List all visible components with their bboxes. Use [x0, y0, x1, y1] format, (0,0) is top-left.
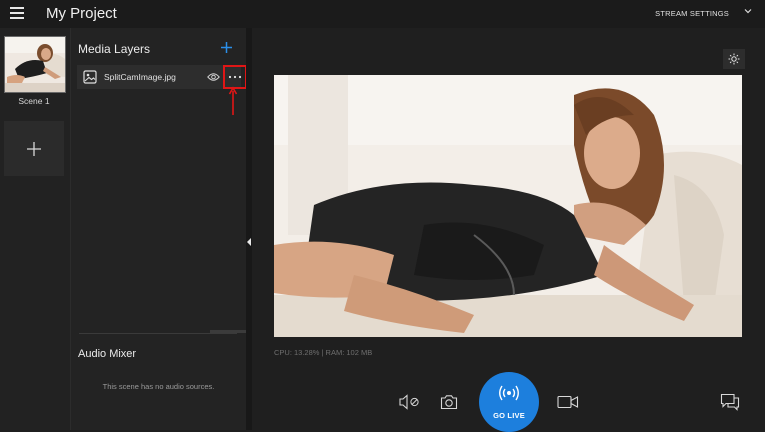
brightness-button[interactable] — [723, 49, 745, 69]
title-bar: My Project STREAM SETTINGS — [0, 0, 765, 28]
layer-name: SplitCamImage.jpg — [104, 72, 176, 82]
chevron-down-icon[interactable] — [743, 6, 753, 16]
sun-icon — [728, 53, 740, 65]
stream-settings-button[interactable]: STREAM SETTINGS — [655, 9, 729, 18]
audio-mixer-empty-message: This scene has no audio sources. — [102, 382, 215, 391]
scene-thumbnail[interactable] — [4, 36, 66, 93]
broadcast-icon — [499, 385, 519, 401]
plus-icon — [27, 141, 41, 156]
eye-visibility-icon[interactable] — [207, 72, 220, 82]
layer-item[interactable]: SplitCamImage.jpg — [77, 65, 247, 89]
video-preview[interactable] — [274, 75, 742, 337]
image-file-icon — [83, 70, 97, 84]
panel-divider — [79, 333, 237, 334]
add-layer-plus-icon[interactable] — [220, 41, 233, 54]
preview-image — [274, 75, 742, 337]
audio-mixer-title: Audio Mixer — [78, 348, 137, 360]
media-layers-title: Media Layers — [78, 42, 151, 56]
more-dots-icon — [228, 75, 242, 79]
go-live-label: GO LIVE — [493, 411, 525, 420]
chat-icon[interactable] — [720, 393, 740, 411]
system-stats: CPU: 13.28% | RAM: 102 MB — [274, 348, 373, 357]
hamburger-menu-icon[interactable] — [10, 7, 24, 19]
add-scene-button[interactable] — [4, 121, 64, 176]
speaker-muted-icon[interactable] — [398, 394, 420, 410]
scenes-panel: Scene 1 — [0, 28, 71, 430]
video-camera-icon[interactable] — [557, 395, 579, 409]
camera-snapshot-icon[interactable] — [440, 394, 458, 410]
annotation-arrow-icon — [228, 86, 238, 115]
resize-handle[interactable] — [210, 330, 246, 333]
media-layers-panel: Media Layers SplitCamImage.jpg Audio Mix… — [71, 28, 247, 430]
scene-label: Scene 1 — [18, 96, 50, 106]
go-live-button[interactable]: GO LIVE — [479, 372, 539, 432]
preview-area: CPU: 13.28% | RAM: 102 MB GO LIVE — [252, 28, 765, 432]
project-title: My Project — [46, 5, 117, 22]
scene-preview-image — [5, 37, 65, 92]
